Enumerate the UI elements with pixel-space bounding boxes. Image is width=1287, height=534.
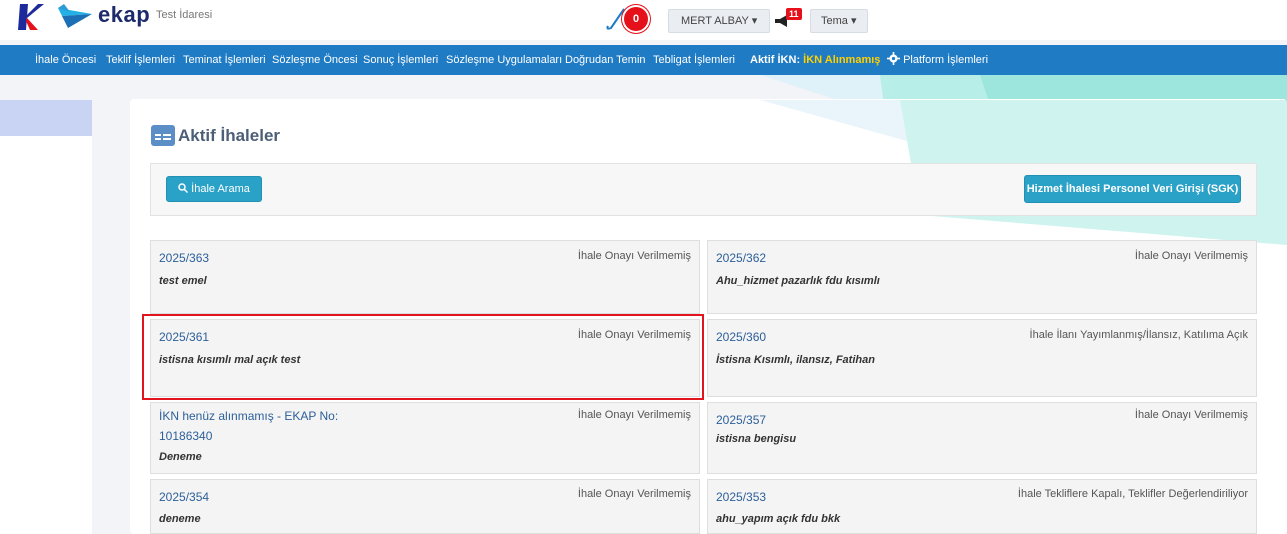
tender-ekap-number[interactable]: 10186340 xyxy=(159,429,212,443)
tender-number[interactable]: 2025/362 xyxy=(716,251,766,265)
tender-description: Ahu_hizmet pazarlık fdu kısımlı xyxy=(716,275,880,287)
tender-card[interactable]: 2025/360 İhale İlanı Yayımlanmış/İlansız… xyxy=(707,319,1257,397)
sgk-personnel-entry-button[interactable]: Hizmet İhalesi Personel Veri Girişi (SGK… xyxy=(1024,175,1241,203)
selected-card-highlight xyxy=(142,314,704,400)
notification-count-badge: 11 xyxy=(786,8,802,20)
nav-platform-islemleri[interactable]: Platform İşlemleri xyxy=(887,45,988,75)
tender-status: İhale Onayı Verilmemiş xyxy=(577,250,691,262)
nav-tebligat-islemleri[interactable]: Tebligat İşlemleri xyxy=(653,45,735,75)
user-menu-button[interactable]: MERT ALBAY ▾ xyxy=(668,9,771,33)
tender-status: İhale Onayı Verilmemiş xyxy=(1134,409,1248,421)
tender-search-button[interactable]: İhale Arama xyxy=(166,176,262,202)
tender-status: İhale Tekliflere Kapalı, Teklifler Değer… xyxy=(1017,488,1248,500)
notifications-button[interactable]: 11 xyxy=(774,8,804,30)
theme-menu-button[interactable]: Tema ▾ xyxy=(810,9,868,33)
main-nav: İhale Öncesi Teklif İşlemleri Teminat İş… xyxy=(0,45,1287,75)
nav-sozlesme-oncesi[interactable]: Sözleşme Öncesi xyxy=(272,45,358,75)
tender-number[interactable]: 2025/353 xyxy=(716,490,766,504)
counter-badge: 0 xyxy=(624,7,648,31)
page-title: Aktif İhaleler xyxy=(178,126,281,145)
active-ikn-label: Aktif İKN: xyxy=(750,54,801,66)
tender-number[interactable]: 2025/357 xyxy=(716,413,766,427)
nav-active-ikn[interactable]: Aktif İKN: İKN Alınmamış xyxy=(750,45,880,75)
tender-description: İstisna Kısımlı, ilansız, Fatihan xyxy=(716,354,875,366)
tender-card[interactable]: 2025/363 İhale Onayı Verilmemiş test eme… xyxy=(150,240,700,314)
tender-status: İhale Onayı Verilmemiş xyxy=(577,409,691,421)
tender-card[interactable]: 2025/353 İhale Tekliflere Kapalı, Teklif… xyxy=(707,479,1257,534)
tender-card[interactable]: 2025/357 İhale Onayı Verilmemiş istisna … xyxy=(707,402,1257,474)
tender-description: ahu_yapım açık fdu bkk xyxy=(716,513,841,525)
tender-number[interactable]: 2025/363 xyxy=(159,251,209,265)
tender-status: İhale Onayı Verilmemiş xyxy=(577,488,691,500)
nav-sonuc-islemleri[interactable]: Sonuç İşlemleri xyxy=(363,45,438,75)
nav-teminat-islemleri[interactable]: Teminat İşlemleri xyxy=(183,45,266,75)
tender-description: istisna bengisu xyxy=(716,433,797,445)
user-name: MERT ALBAY xyxy=(681,15,749,27)
active-ikn-value: İKN Alınmamış xyxy=(803,54,881,66)
org-name: Test İdaresi xyxy=(156,9,213,21)
nav-sozlesme-uygulamalari[interactable]: Sözleşme Uygulamaları xyxy=(446,45,562,75)
tender-status: İhale İlanı Yayımlanmış/İlansız, Katılım… xyxy=(1029,329,1248,341)
search-icon xyxy=(178,183,189,194)
tender-ekap-label[interactable]: İKN henüz alınmamış - EKAP No: xyxy=(159,409,338,423)
tender-number[interactable]: 2025/354 xyxy=(159,490,209,504)
ekap-bird-icon xyxy=(58,4,92,28)
counter-widget[interactable]: 0 xyxy=(604,6,664,32)
caret-down-icon: ▾ xyxy=(850,15,857,27)
nav-dogrudan-temin[interactable]: Doğrudan Temin xyxy=(565,45,646,75)
caret-down-icon: ▾ xyxy=(751,15,758,27)
nav-teklif-islemleri[interactable]: Teklif İşlemleri xyxy=(106,45,175,75)
top-header: ekap Test İdaresi 0 MERT ALBAY ▾ 11 Tema… xyxy=(0,0,1287,40)
tender-status: İhale Onayı Verilmemiş xyxy=(1134,250,1248,262)
nav-ihale-oncesi[interactable]: İhale Öncesi xyxy=(35,45,96,75)
tender-description: Deneme xyxy=(159,451,202,463)
platform-islemleri-label: Platform İşlemleri xyxy=(903,54,989,66)
tender-search-label: İhale Arama xyxy=(191,183,250,195)
theme-label: Tema xyxy=(821,15,848,27)
tender-number[interactable]: 2025/360 xyxy=(716,330,766,344)
ekap-logo-text[interactable]: ekap xyxy=(98,2,150,28)
tender-description: test emel xyxy=(159,275,207,287)
tender-card[interactable]: İKN henüz alınmamış - EKAP No: 10186340 … xyxy=(150,402,700,474)
tenders-list-icon xyxy=(151,125,175,146)
k-logo-icon xyxy=(18,4,44,30)
tender-card[interactable]: 2025/362 İhale Onayı Verilmemiş Ahu_hizm… xyxy=(707,240,1257,314)
tender-card[interactable]: 2025/354 İhale Onayı Verilmemiş deneme xyxy=(150,479,700,534)
tender-description: deneme xyxy=(159,513,201,525)
gear-icon xyxy=(887,52,900,65)
timer-icon xyxy=(606,8,625,30)
